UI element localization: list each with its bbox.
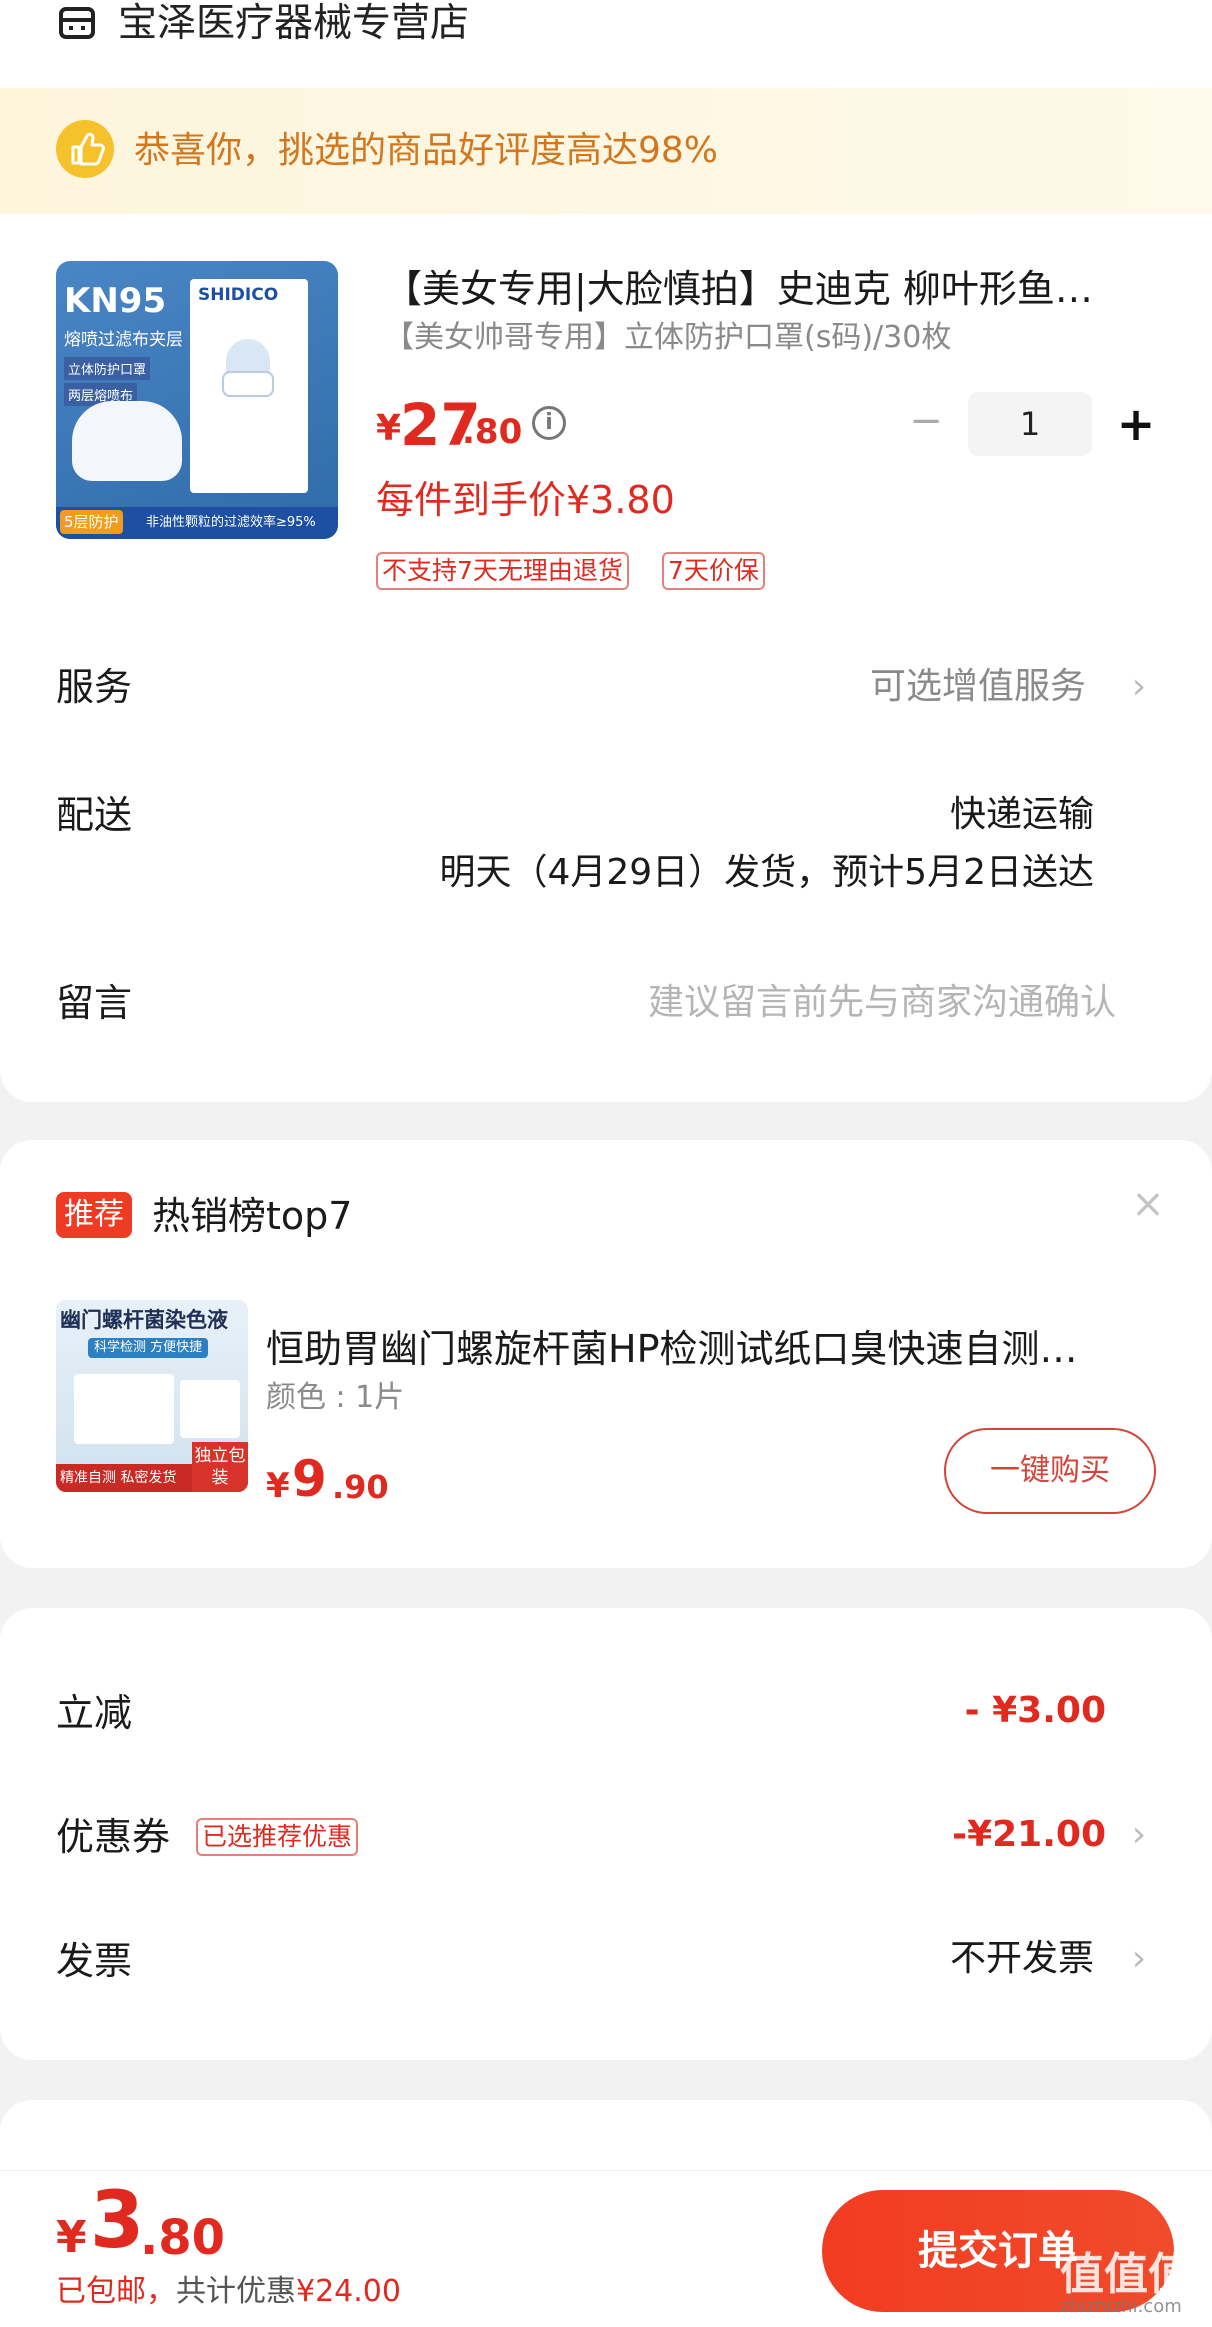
rec-image-bottom: 精准自测 私密发货 [60, 1470, 177, 1486]
recommend-product-color: 颜色 : 1片 [266, 1380, 405, 1415]
delivery-label: 配送 [56, 793, 133, 837]
delivery-method: 快递运输 [949, 794, 1094, 835]
banner-text: 恭喜你，挑选的商品好评度高达98% [134, 130, 719, 171]
recommend-price-currency: ¥ [266, 1466, 290, 1506]
price-currency: ¥ [376, 408, 402, 449]
watermark-logo: 值值值 [1060, 2249, 1192, 2300]
product-image-bottom-right: 非油性颗粒的过滤效率≥95% [146, 515, 316, 530]
invoice-value[interactable]: 不开发票 [950, 1932, 1094, 1986]
product-image-sub: 熔喷过滤布夹层 [64, 330, 183, 350]
watermark-url: zhizhizhi.com [1060, 2296, 1182, 2317]
info-icon[interactable]: i [532, 406, 566, 440]
rec-image-sub: 科学检测 方便快捷 [88, 1338, 209, 1358]
test-kit-illustration [74, 1374, 174, 1444]
instant-discount-value: - ¥3.00 [964, 1690, 1106, 1731]
product-title[interactable]: 【美女专用|大脸慎拍】史迪克 柳叶形鱼… [384, 262, 1144, 316]
product-image-footer: 5层防护 非油性颗粒的过滤效率≥95% [56, 507, 338, 539]
quantity-minus-button[interactable]: − [908, 401, 944, 442]
chevron-right-icon[interactable]: › [1128, 660, 1150, 714]
price-decimal: .80 [462, 412, 523, 452]
rec-image-top: 幽门螺杆菌染色液 [60, 1308, 228, 1332]
total-saving-amount: ¥24.00 [296, 2274, 401, 2309]
total-decimal: .80 [140, 2210, 226, 2266]
chevron-right-icon[interactable]: › [1128, 1808, 1150, 1862]
product-image[interactable]: KN95 熔喷过滤布夹层 立体防护口罩 两层熔喷布 SHIDICO 5层防护 非… [56, 261, 338, 539]
message-label: 留言 [56, 981, 133, 1025]
one-click-buy-button[interactable]: 一键购买 [944, 1428, 1156, 1514]
product-image-brand: SHIDICO [198, 285, 279, 305]
recommend-price-integer: 9 [292, 1450, 327, 1508]
service-value[interactable]: 可选增值服务 [870, 660, 1086, 714]
instant-discount-label: 立减 [56, 1691, 133, 1735]
product-image-bottom-left: 5层防护 [60, 510, 123, 534]
total-saving-label: 共计优惠 [176, 2274, 296, 2309]
no-return-tag: 不支持7天无理由退货 [376, 552, 629, 590]
chevron-right-icon[interactable]: › [1128, 1932, 1150, 1986]
recommend-price-decimal: .90 [332, 1468, 389, 1506]
recommend-title: 热销榜top7 [152, 1194, 353, 1238]
product-image-kn95: KN95 [64, 281, 167, 321]
shipping-note: 已包邮， [56, 2274, 176, 2309]
recommend-product-image[interactable]: 幽门螺杆菌染色液 科学检测 方便快捷 精准自测 私密发货 独立包装 [56, 1300, 248, 1492]
mask-illustration [222, 371, 274, 397]
shop-name[interactable]: 宝泽医疗器械专营店 [118, 0, 469, 48]
mask-photo [72, 401, 182, 481]
product-spec[interactable]: 【美女帅哥专用】立体防护口罩(s码)/30枚 [384, 316, 951, 360]
coupon-label: 优惠券 [56, 1815, 171, 1859]
total-integer: 3 [90, 2176, 145, 2266]
quantity-input[interactable]: 1 [968, 392, 1092, 456]
mask-package-illustration: SHIDICO [190, 279, 308, 493]
price-protect-tag: 7天价保 [662, 552, 765, 590]
message-input[interactable]: 建议留言前先与商家沟通确认 [648, 976, 1116, 1030]
close-icon[interactable]: × [1128, 1184, 1168, 1224]
rec-image-corner: 独立包装 [192, 1442, 248, 1492]
service-label: 服务 [56, 665, 133, 709]
coupon-tag: 已选推荐优惠 [196, 1818, 359, 1856]
per-item-price: 每件到手价¥3.80 [376, 478, 675, 522]
test-kit-card [180, 1380, 240, 1438]
total-currency: ¥ [56, 2212, 87, 2263]
recommend-badge: 推荐 [56, 1192, 132, 1238]
recommend-product-name[interactable]: 恒助胃幽门螺旋杆菌HP检测试纸口臭快速自测… [266, 1322, 1146, 1376]
shop-header[interactable]: 宝泽医疗器械专营店 [0, 0, 1212, 88]
total-note: 已包邮，共计优惠¥24.00 [56, 2270, 401, 2314]
store-icon [59, 7, 95, 39]
thumbs-up-icon [56, 120, 114, 178]
invoice-label: 发票 [56, 1939, 133, 1983]
delivery-detail: 明天（4月29日）发货，预计5月2日送达 [439, 852, 1094, 893]
coupon-value[interactable]: -¥21.00 [952, 1808, 1106, 1862]
product-image-line1: 立体防护口罩 [64, 357, 151, 380]
quantity-plus-button[interactable]: + [1114, 396, 1158, 452]
